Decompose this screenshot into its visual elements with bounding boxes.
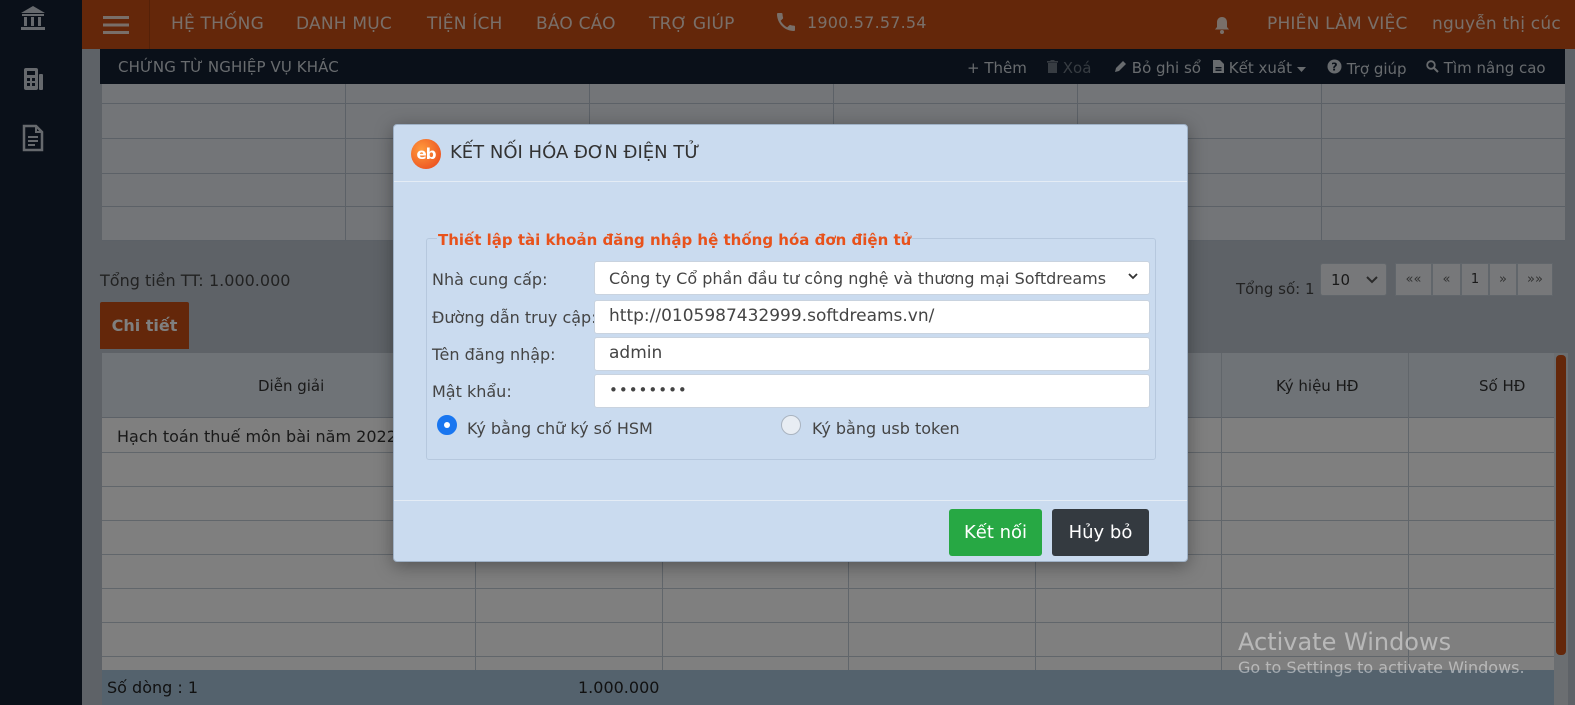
password-input[interactable]: ••••••••	[594, 374, 1150, 408]
watermark-line2: Go to Settings to activate Windows.	[1238, 658, 1525, 677]
sign-usb-radio[interactable]	[781, 415, 801, 435]
connect-button[interactable]: Kết nối	[949, 509, 1042, 556]
username-input[interactable]: admin	[594, 337, 1150, 371]
username-label: Tên đăng nhập:	[432, 345, 556, 364]
sign-usb-label[interactable]: Ký bằng usb token	[812, 419, 960, 438]
url-value: http://0105987432999.softdreams.vn/	[609, 306, 935, 326]
cancel-button[interactable]: Hủy bỏ	[1052, 509, 1149, 556]
account-settings-legend: Thiết lập tài khoản đăng nhập hệ thống h…	[437, 231, 913, 249]
activate-windows-watermark: Activate Windows Go to Settings to activ…	[1238, 628, 1525, 677]
provider-value: Công ty Cổ phần đầu tư công nghệ và thươ…	[609, 269, 1107, 288]
easyinvoice-logo: eb	[411, 139, 441, 169]
password-label: Mật khẩu:	[432, 382, 512, 401]
password-value: ••••••••	[609, 381, 688, 399]
dialog-title: KẾT NỐI HÓA ĐƠN ĐIỆN TỬ	[450, 142, 700, 163]
dialog-footer-divider	[394, 500, 1187, 501]
chevron-down-icon	[1128, 273, 1138, 280]
sign-hsm-label[interactable]: Ký bằng chữ ký số HSM	[467, 419, 653, 438]
dialog-header: eb KẾT NỐI HÓA ĐƠN ĐIỆN TỬ	[394, 125, 1187, 182]
url-label: Đường dẫn truy cập:	[432, 308, 597, 327]
username-value: admin	[609, 343, 663, 363]
sign-hsm-radio[interactable]	[437, 415, 457, 435]
url-input[interactable]: http://0105987432999.softdreams.vn/	[594, 300, 1150, 334]
provider-label: Nhà cung cấp:	[432, 270, 548, 289]
watermark-line1: Activate Windows	[1238, 628, 1452, 656]
e-invoice-connect-dialog: eb KẾT NỐI HÓA ĐƠN ĐIỆN TỬ Thiết lập tài…	[393, 124, 1188, 562]
provider-select[interactable]: Công ty Cổ phần đầu tư công nghệ và thươ…	[594, 261, 1150, 295]
